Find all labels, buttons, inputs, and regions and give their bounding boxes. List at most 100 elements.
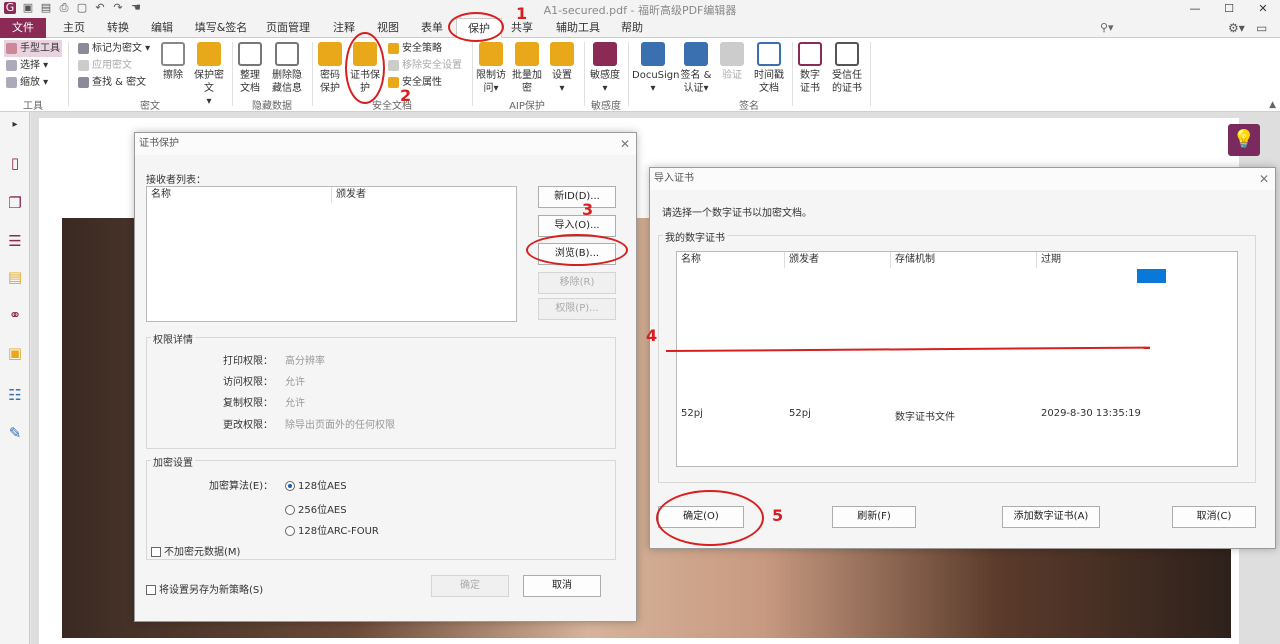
prompt-text: 请选择一个数字证书以加密文档。 (662, 208, 812, 219)
tab-edit[interactable]: 编辑 (144, 18, 180, 38)
sensitivity-button[interactable]: 敏感度 ▾ (590, 42, 620, 95)
ribbon: 手型工具 选择 ▾ 缩放 ▾ 工具 标记为密文 ▾ 应用密文 查找 & 密文 擦… (0, 38, 1280, 112)
copy-permission-value: 允许 (285, 398, 305, 409)
erase-button[interactable]: 擦除 (158, 42, 188, 82)
security-properties-button[interactable]: 安全属性 (388, 74, 442, 91)
select-tool-button[interactable]: 选择 ▾ (6, 57, 48, 74)
new-id-button[interactable]: 新ID(D)... (538, 186, 616, 208)
certificate-list[interactable]: 名称 颁发者 存储机制 过期 52pj 52pj 数字证书文件 2029-8-3… (676, 251, 1238, 467)
tab-help[interactable]: 帮助 (614, 18, 650, 38)
tab-file[interactable]: 文件 (0, 18, 46, 38)
collapse-ribbon-icon[interactable]: ▲ (1269, 100, 1276, 110)
pages-icon[interactable]: ❐ (6, 194, 24, 212)
column-header-issuer[interactable]: 颁发者 (785, 252, 891, 268)
signatures-icon[interactable]: ✎ (6, 424, 24, 442)
tab-form[interactable]: 表单 (414, 18, 450, 38)
print-permission-value: 高分辨率 (285, 356, 325, 367)
group-label-hidden: 隐藏数据 (252, 101, 292, 112)
apply-redaction-button[interactable]: 应用密文 (78, 57, 132, 74)
layers-icon[interactable]: ☰ (6, 232, 24, 250)
radio-selected-icon (285, 481, 295, 491)
annotation-circle (345, 32, 385, 104)
aip-settings-button[interactable]: 设置 ▾ (548, 42, 576, 95)
annotation-circle (656, 490, 764, 546)
tab-convert[interactable]: 转换 (100, 18, 136, 38)
remove-security-button[interactable]: 移除安全设置 (388, 57, 462, 74)
close-icon[interactable]: ✕ (1259, 168, 1269, 190)
maximize-icon[interactable]: ☐ (1212, 0, 1246, 18)
tips-lightbulb-icon[interactable]: 💡 (1228, 124, 1260, 156)
radio-128-arc-four[interactable]: 128位ARC-FOUR (285, 522, 379, 537)
timestamp-icon (757, 42, 781, 66)
attachments-icon[interactable]: ⚭ (6, 306, 24, 324)
cancel-button[interactable]: 取消(C) (1172, 506, 1256, 528)
radio-256-aes[interactable]: 256位AES (285, 501, 347, 516)
security-properties-icon (388, 76, 399, 88)
column-header-name[interactable]: 名称 (147, 187, 332, 203)
restrict-access-button[interactable]: 限制访问▾ (476, 42, 506, 95)
divider (870, 42, 871, 106)
change-permission-value: 除导出页面外的任何权限 (285, 420, 395, 431)
security-policy-button[interactable]: 安全策略 (388, 40, 442, 57)
column-header-issuer[interactable]: 颁发者 (332, 187, 516, 203)
security-lock-icon[interactable]: ▣ (6, 344, 24, 362)
annotation-number: 2 (400, 86, 412, 105)
column-header-storage[interactable]: 存储机制 (891, 252, 1037, 268)
add-digital-cert-button[interactable]: 添加数字证书(A) (1002, 506, 1100, 528)
tab-fill-sign[interactable]: 填写&签名 (190, 18, 252, 38)
bookmark-icon[interactable]: ▯ (6, 154, 24, 172)
sign-certify-button[interactable]: 签名 & 认证▾ (678, 42, 714, 95)
left-sidebar: ▸ ▯ ❐ ☰ ▤ ⚭ ▣ ☷ ✎ (0, 112, 30, 644)
mark-redaction-button[interactable]: 标记为密文 ▾ (78, 40, 150, 57)
table-row[interactable]: 52pj 52pj 数字证书文件 2029-8-30 13:35:19 (677, 406, 1237, 423)
tab-home[interactable]: 主页 (56, 18, 92, 38)
validate-button[interactable]: 验证 (718, 42, 746, 82)
print-permission-label: 打印权限： (223, 356, 273, 367)
trusted-cert-icon (835, 42, 859, 66)
password-protect-button[interactable]: 密码保护 (316, 42, 344, 95)
hand-tool-button[interactable]: 手型工具 (4, 40, 62, 57)
remove-hidden-button[interactable]: 删除隐藏信息 (268, 42, 306, 95)
search-options-icon[interactable]: ⚲▾ (1100, 21, 1114, 34)
change-permission-label: 更改权限： (223, 420, 273, 431)
cert-name: 52pj (681, 408, 703, 419)
annotation-number: 3 (582, 200, 594, 219)
zoom-tool-button[interactable]: 缩放 ▾ (6, 74, 48, 91)
radio-128-aes[interactable]: 128位AES (285, 477, 347, 492)
trusted-certs-button[interactable]: 受信任的证书 (828, 42, 866, 95)
dialog-title: 导入证书 ✕ (650, 168, 1275, 190)
close-icon[interactable]: ✕ (620, 133, 630, 155)
refresh-button[interactable]: 刷新(F) (832, 506, 916, 528)
digital-id-button[interactable]: 数字证书 (796, 42, 824, 95)
save-policy-checkbox[interactable]: 将设置另存为新策略(S) (146, 581, 263, 596)
comments-icon[interactable]: ▤ (6, 268, 24, 286)
sanitize-button[interactable]: 整理文档 (236, 42, 264, 95)
batch-encrypt-button[interactable]: 批量加密 (512, 42, 542, 95)
divider (68, 42, 69, 106)
password-lock-icon (318, 42, 342, 66)
remove-button[interactable]: 移除(R) (538, 272, 616, 294)
divider (312, 42, 313, 106)
column-header-expiry[interactable]: 过期 (1037, 252, 1237, 268)
cancel-button[interactable]: 取消 (523, 575, 601, 597)
permissions-button[interactable]: 权限(P)... (538, 298, 616, 320)
docusign-button[interactable]: DocuSign ▾ (632, 42, 679, 95)
my-certs-group-label: 我的数字证书 (663, 229, 727, 244)
ok-button[interactable]: 确定 (431, 575, 509, 597)
tab-accessibility[interactable]: 辅助工具 (552, 18, 604, 38)
hand-icon (6, 42, 17, 54)
tab-page-management[interactable]: 页面管理 (262, 18, 314, 38)
column-header-name[interactable]: 名称 (677, 252, 785, 268)
tab-view[interactable]: 视图 (370, 18, 406, 38)
no-metadata-checkbox[interactable]: 不加密元数据(M) (151, 543, 240, 558)
form-fields-icon[interactable]: ☷ (6, 386, 24, 404)
recipients-list[interactable]: 名称 颁发者 (146, 186, 517, 322)
close-icon[interactable]: ✕ (1246, 0, 1280, 18)
minimize-icon[interactable]: — (1178, 0, 1212, 18)
expand-panel-icon[interactable]: ▸ (6, 116, 24, 134)
timestamp-button[interactable]: 时间戳文档 (750, 42, 788, 95)
find-redact-button[interactable]: 查找 & 密文 (78, 74, 146, 91)
ribbon-toggle-icon[interactable]: ▭ (1256, 21, 1267, 35)
remove-hidden-icon (275, 42, 299, 66)
settings-icon[interactable]: ⚙▾ (1228, 21, 1245, 35)
